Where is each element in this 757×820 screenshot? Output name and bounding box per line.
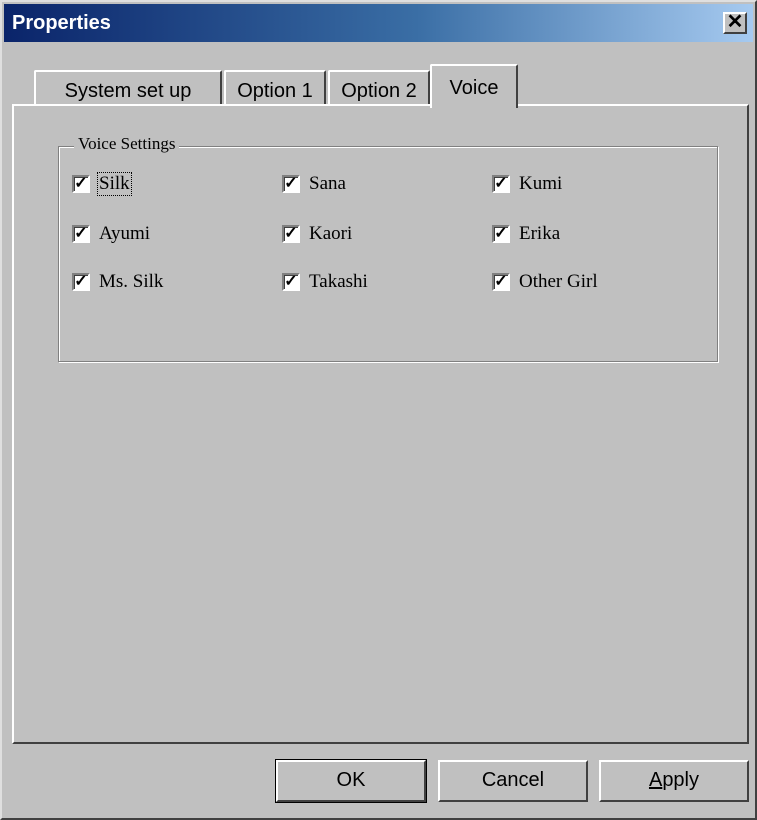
checkbox-ms-silk-box[interactable]: ✓ <box>72 273 90 291</box>
window-title: Properties <box>12 12 111 34</box>
tab-voice[interactable]: Voice <box>430 64 518 108</box>
checkbox-label: Ayumi <box>99 223 151 244</box>
voice-tab-panel: Voice Settings ✓ Silk ✓ Sana ✓ Kumi ✓ Ay… <box>12 104 749 744</box>
checkbox-silk[interactable]: ✓ Silk <box>72 172 132 196</box>
checkbox-erika[interactable]: ✓ Erika <box>492 222 561 246</box>
voice-settings-label: Voice Settings <box>74 134 180 154</box>
ok-button[interactable]: OK <box>275 759 427 803</box>
title-bar[interactable]: Properties ✕ <box>4 4 753 42</box>
checkbox-ayumi[interactable]: ✓ Ayumi <box>72 222 151 246</box>
checkbox-ayumi-box[interactable]: ✓ <box>72 225 90 243</box>
checkbox-label: Kumi <box>519 173 563 194</box>
checkbox-takashi-box[interactable]: ✓ <box>282 273 300 291</box>
apply-button[interactable]: Apply <box>599 760 749 802</box>
checkbox-sana-box[interactable]: ✓ <box>282 175 300 193</box>
checkbox-sana[interactable]: ✓ Sana <box>282 172 347 196</box>
properties-window: Properties ✕ System set up Option 1 Opti… <box>0 0 757 820</box>
checkbox-label: Kaori <box>309 223 353 244</box>
checkbox-kumi[interactable]: ✓ Kumi <box>492 172 563 196</box>
voice-settings-group <box>58 146 718 362</box>
cancel-button[interactable]: Cancel <box>438 760 588 802</box>
checkbox-kaori-box[interactable]: ✓ <box>282 225 300 243</box>
checkbox-label: Sana <box>309 173 346 194</box>
checkbox-label: Erika <box>519 223 561 244</box>
checkbox-label: Ms. Silk <box>99 271 164 292</box>
checkbox-ms-silk[interactable]: ✓ Ms. Silk <box>72 270 164 294</box>
checkbox-erika-box[interactable]: ✓ <box>492 225 510 243</box>
close-icon[interactable]: ✕ <box>723 12 747 34</box>
checkbox-label: Takashi <box>309 271 368 292</box>
checkbox-takashi[interactable]: ✓ Takashi <box>282 270 369 294</box>
checkbox-kaori[interactable]: ✓ Kaori <box>282 222 353 246</box>
checkbox-other-girl[interactable]: ✓ Other Girl <box>492 270 599 294</box>
checkbox-kumi-box[interactable]: ✓ <box>492 175 510 193</box>
checkbox-other-girl-box[interactable]: ✓ <box>492 273 510 291</box>
checkbox-silk-box[interactable]: ✓ <box>72 175 90 193</box>
checkbox-label: Other Girl <box>519 271 598 292</box>
checkbox-label: Silk <box>97 172 132 196</box>
